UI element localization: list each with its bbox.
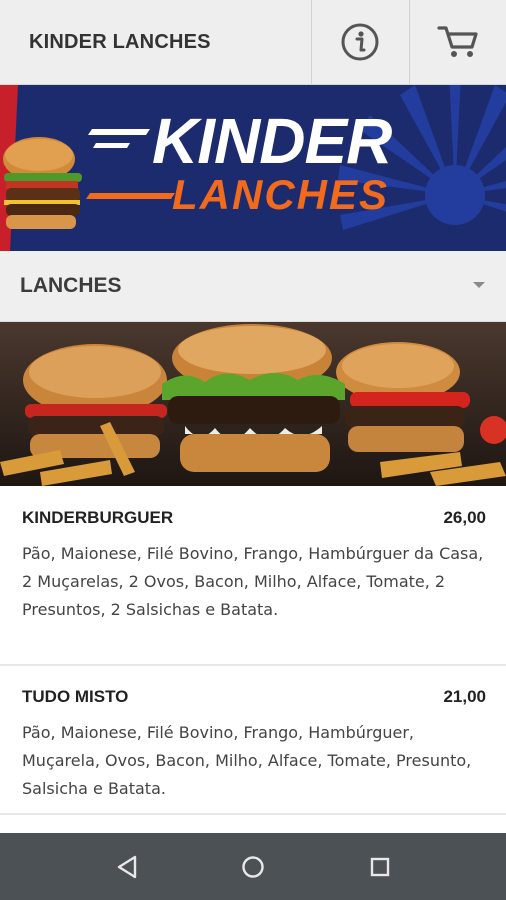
item-name: KINDERBURGUER	[22, 508, 174, 527]
recents-button[interactable]	[360, 849, 400, 885]
burger-center	[162, 324, 345, 472]
cart-button[interactable]	[409, 0, 506, 84]
item-name: TUDO MISTO	[22, 687, 129, 706]
category-title: LANCHES	[20, 274, 122, 297]
recents-icon	[370, 857, 390, 877]
category-photo	[0, 322, 506, 486]
item-description: Pão, Maionese, Filé Bovino, Frango, Hamb…	[22, 544, 484, 619]
brand-banner: KINDER LANCHES	[0, 85, 506, 251]
category-selector[interactable]: LANCHES	[0, 251, 506, 322]
burger-illustration	[3, 137, 82, 229]
burger-right	[336, 342, 470, 452]
cart-icon	[437, 26, 478, 57]
brand-logo: KINDER LANCHES	[86, 105, 393, 218]
home-icon	[242, 856, 264, 878]
app-title: KINDER LANCHES	[29, 31, 211, 53]
menu-item[interactable]: KINDERBURGUER 26,00 Pão, Maionese, Filé …	[0, 487, 506, 666]
info-icon	[341, 23, 379, 61]
app-bar: KINDER LANCHES	[0, 0, 506, 85]
item-price: 21,00	[443, 687, 486, 706]
home-button[interactable]	[233, 849, 273, 885]
logo-text-lanches: LANCHES	[172, 171, 389, 218]
logo-text-kinder: KINDER	[152, 105, 392, 177]
back-button[interactable]	[107, 849, 147, 885]
item-description: Pão, Maionese, Filé Bovino, Frango, Hamb…	[22, 723, 472, 798]
burger-left	[23, 344, 167, 458]
system-navigation-bar	[0, 833, 506, 900]
menu-item[interactable]: TUDO MISTO 21,00 Pão, Maionese, Filé Bov…	[0, 666, 506, 815]
info-button[interactable]	[311, 0, 408, 84]
item-price: 26,00	[443, 508, 486, 527]
back-icon	[117, 855, 137, 879]
chevron-down-icon	[473, 282, 485, 288]
menu-list: KINDERBURGUER 26,00 Pão, Maionese, Filé …	[0, 487, 506, 815]
